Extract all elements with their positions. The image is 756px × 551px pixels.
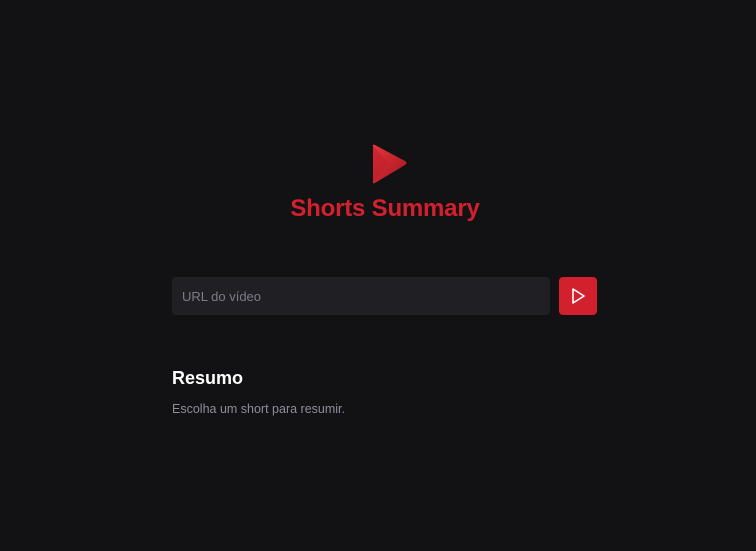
app-container: Shorts Summary Resumo Escolha um short p…	[0, 0, 756, 551]
summarize-button[interactable]	[559, 277, 597, 315]
play-icon	[372, 144, 407, 184]
summary-heading: Resumo	[172, 368, 244, 388]
app-title: Shorts Summary	[290, 195, 480, 222]
play-outline-icon	[572, 288, 585, 304]
video-url-input[interactable]	[172, 277, 550, 315]
summary-text: Escolha um short para resumir.	[172, 402, 345, 416]
